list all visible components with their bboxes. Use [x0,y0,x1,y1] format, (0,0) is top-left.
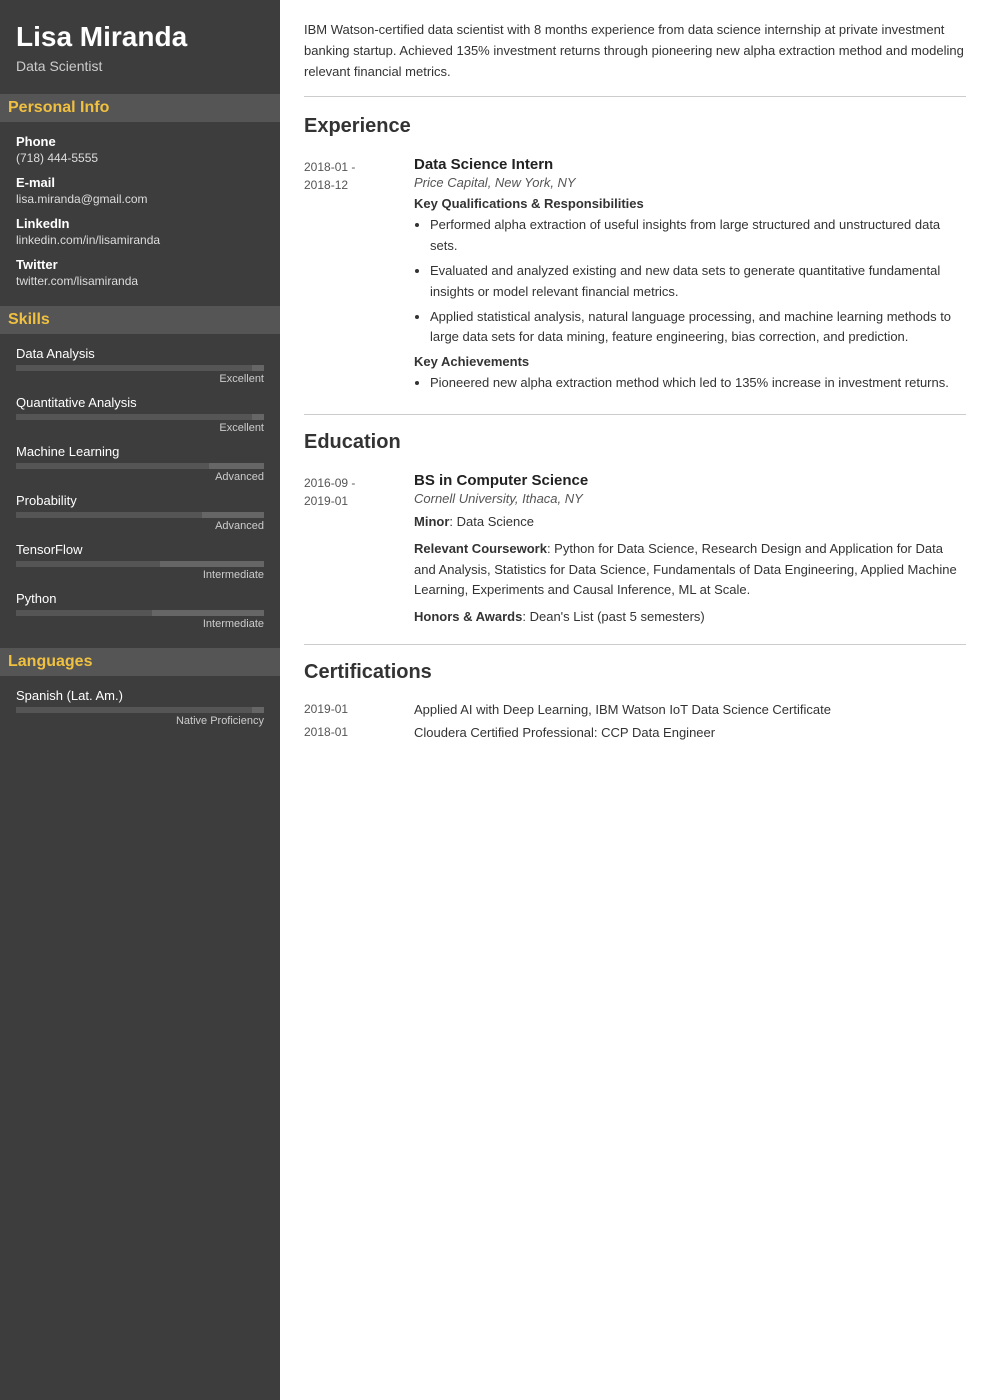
resume-container: Lisa Miranda Data Scientist Personal Inf… [0,0,990,1400]
skill-data-analysis-fill [16,365,252,371]
skills-heading: Skills [0,306,280,334]
education-school: Cornell University, Ithaca, NY [414,491,966,506]
personal-email-label: E-mail [16,175,264,190]
candidate-title: Data Scientist [16,58,264,74]
education-minor-label: Minor [414,514,449,529]
cert-name-1: Applied AI with Deep Learning, IBM Watso… [414,702,831,717]
lang-spanish-fill [16,707,252,713]
personal-linkedin-label: LinkedIn [16,216,264,231]
education-body: BS in Computer Science Cornell Universit… [414,472,966,628]
experience-date: 2018-01 - 2018-12 [304,156,414,398]
skill-quant-analysis-level: Excellent [16,422,264,434]
skill-python-level: Intermediate [16,618,264,630]
personal-twitter-label: Twitter [16,257,264,272]
personal-info-heading: Personal Info [0,94,280,122]
skill-quant-analysis-fill [16,414,252,420]
skill-quant-analysis-bar [16,414,264,420]
skill-quant-analysis-name: Quantitative Analysis [16,395,264,410]
personal-twitter-value: twitter.com/lisamiranda [16,274,264,288]
skill-data-analysis-bar [16,365,264,371]
education-degree: BS in Computer Science [414,472,966,489]
personal-email-value: lisa.miranda@gmail.com [16,192,264,206]
skill-data-analysis-level: Excellent [16,373,264,385]
experience-bullet-2: Evaluated and analyzed existing and new … [430,261,966,303]
skill-probability-name: Probability [16,493,264,508]
lang-spanish-bar [16,707,264,713]
skill-tensorflow-level: Intermediate [16,569,264,581]
cert-name-2: Cloudera Certified Professional: CCP Dat… [414,725,715,740]
education-minor-value: Data Science [457,514,534,529]
personal-phone-label: Phone [16,134,264,149]
skill-ml-fill [16,463,209,469]
experience-entry: 2018-01 - 2018-12 Data Science Intern Pr… [304,156,966,398]
skill-python-fill [16,610,152,616]
cert-entry-2: 2018-01 Cloudera Certified Professional:… [304,725,966,740]
skill-tensorflow-name: TensorFlow [16,542,264,557]
experience-qual-bullets: Performed alpha extraction of useful ins… [414,215,966,348]
experience-title: Data Science Intern [414,156,966,173]
cert-date-2: 2018-01 [304,725,414,740]
experience-heading: Experience [304,115,966,142]
skill-probability-level: Advanced [16,520,264,532]
experience-company: Price Capital, New York, NY [414,175,966,190]
lang-spanish-level: Native Proficiency [16,715,264,727]
experience-bullet-3: Applied statistical analysis, natural la… [430,307,966,349]
main-content: IBM Watson-certified data scientist with… [280,0,990,1400]
cert-entry-1: 2019-01 Applied AI with Deep Learning, I… [304,702,966,717]
personal-phone-value: (718) 444-5555 [16,151,264,165]
certifications-heading: Certifications [304,661,966,688]
languages-heading: Languages [0,648,280,676]
skill-ml-level: Advanced [16,471,264,483]
skill-probability-bar [16,512,264,518]
education-coursework-label: Relevant Coursework [414,541,547,556]
lang-spanish-name: Spanish (Lat. Am.) [16,688,264,703]
education-coursework: Relevant Coursework: Python for Data Sci… [414,539,966,601]
skill-ml-name: Machine Learning [16,444,264,459]
education-heading: Education [304,431,966,458]
education-certifications-divider [304,644,966,645]
education-entry: 2016-09 - 2019-01 BS in Computer Science… [304,472,966,628]
education-date-start: 2016-09 - [304,476,355,490]
cert-date-1: 2019-01 [304,702,414,717]
education-honors: Honors & Awards: Dean's List (past 5 sem… [414,607,966,628]
education-honors-label: Honors & Awards [414,609,522,624]
skill-probability-fill [16,512,202,518]
experience-body: Data Science Intern Price Capital, New Y… [414,156,966,398]
experience-achievements-label: Key Achievements [414,354,966,369]
experience-qual-label: Key Qualifications & Responsibilities [414,196,966,211]
personal-linkedin-value: linkedin.com/in/lisamiranda [16,233,264,247]
education-honors-value: Dean's List (past 5 semesters) [530,609,705,624]
skill-python-bar [16,610,264,616]
experience-date-start: 2018-01 - [304,160,355,174]
experience-bullet-1: Performed alpha extraction of useful ins… [430,215,966,257]
education-date: 2016-09 - 2019-01 [304,472,414,628]
skill-tensorflow-fill [16,561,160,567]
experience-achievements-bullets: Pioneered new alpha extraction method wh… [414,373,966,394]
skill-python-name: Python [16,591,264,606]
sidebar: Lisa Miranda Data Scientist Personal Inf… [0,0,280,1400]
education-minor: Minor: Data Science [414,512,966,533]
skill-data-analysis-name: Data Analysis [16,346,264,361]
skill-tensorflow-bar [16,561,264,567]
candidate-name: Lisa Miranda [16,20,264,54]
summary-text: IBM Watson-certified data scientist with… [304,20,966,97]
experience-education-divider [304,414,966,415]
education-date-end: 2019-01 [304,494,348,508]
experience-date-end: 2018-12 [304,178,348,192]
experience-achievement-1: Pioneered new alpha extraction method wh… [430,373,966,394]
skill-ml-bar [16,463,264,469]
